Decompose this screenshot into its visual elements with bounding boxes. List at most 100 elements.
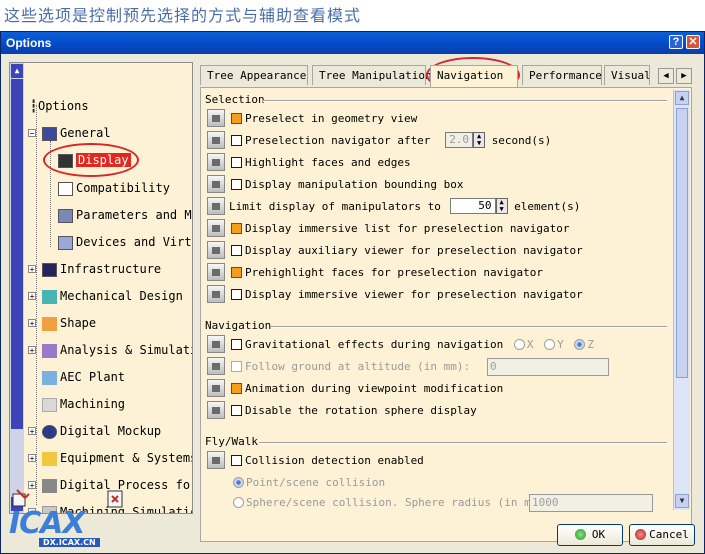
follow-ground-option[interactable]: Follow ground at altitude (in mm): (231, 359, 470, 375)
content-scroll-down-icon[interactable]: ▼ (675, 494, 689, 508)
content-scrollbar[interactable]: ▲ ▼ (673, 90, 690, 510)
axis-z-radio[interactable] (574, 338, 586, 350)
aux-viewer-option[interactable]: Display auxiliary viewer for preselectio… (231, 243, 583, 259)
options-dialog: Options ? ✕ ▲ ▼ ┇Options − General Displ… (0, 31, 705, 554)
tab-tree-appearance[interactable]: Tree Appearance (200, 65, 308, 85)
limit-manipulators-field[interactable]: 50 (449, 198, 496, 214)
preselect-checkbox[interactable] (231, 112, 242, 124)
window-title: Options (6, 36, 52, 50)
point-scene-radio[interactable] (233, 476, 244, 488)
lock-icon[interactable] (207, 379, 225, 397)
help-button[interactable]: ? (669, 35, 683, 49)
tree-item-equipment[interactable]: Equipment & Systems (42, 448, 192, 468)
collision-checkbox[interactable] (231, 454, 242, 466)
collapse-general-icon[interactable]: − (28, 129, 36, 138)
gravitational-option[interactable]: Gravitational effects during navigation … (231, 337, 594, 353)
lock-icon[interactable] (207, 401, 225, 419)
tree-item-shape[interactable]: Shape (42, 313, 96, 333)
tree-item-digital-mockup[interactable]: Digital Mockup (42, 421, 161, 441)
lock-icon[interactable] (207, 285, 225, 303)
gravitational-checkbox[interactable] (231, 338, 242, 350)
tab-visualization[interactable]: Visuali (604, 65, 650, 85)
bounding-box-option[interactable]: Display manipulation bounding box (231, 177, 464, 193)
ok-button[interactable]: OK (557, 524, 623, 546)
tab-scroll-right-icon[interactable]: ▶ (676, 68, 692, 84)
tab-performance[interactable]: Performance (522, 65, 602, 85)
content-scroll-thumb[interactable] (676, 108, 688, 378)
point-scene-option[interactable]: Point/scene collision (229, 475, 385, 491)
preselection-delay-field[interactable]: 2.0 (445, 132, 474, 148)
sphere-radius-field[interactable]: 1000 (529, 494, 653, 512)
expand-infrastructure-icon[interactable]: + (28, 265, 36, 274)
expand-shape-icon[interactable]: + (28, 319, 36, 328)
lock-icon[interactable] (207, 175, 225, 193)
lock-icon[interactable] (207, 451, 225, 469)
tab-scroll-left-icon[interactable]: ◀ (658, 68, 674, 84)
follow-ground-altitude-field[interactable]: 0 (487, 358, 609, 376)
sphere-scene-radio[interactable] (233, 496, 244, 508)
tab-navigation[interactable]: Navigation (430, 65, 518, 87)
tab-tree-manipulation[interactable]: Tree Manipulation (312, 65, 432, 85)
preselect-option[interactable]: Preselect in geometry view (231, 111, 417, 127)
disable-rotation-checkbox[interactable] (231, 404, 242, 416)
sphere-scene-option[interactable]: Sphere/scene collision. Sphere radius (i… (229, 495, 551, 511)
expand-analysis-icon[interactable]: + (28, 346, 36, 355)
collision-option[interactable]: Collision detection enabled (231, 453, 424, 469)
preselection-navigator-checkbox[interactable] (231, 134, 242, 146)
expand-mechanical-icon[interactable]: + (28, 292, 36, 301)
prehighlight-checkbox[interactable] (231, 266, 242, 278)
aux-viewer-checkbox[interactable] (231, 244, 242, 256)
lock-icon[interactable] (207, 263, 225, 281)
axis-x-radio[interactable] (513, 338, 525, 350)
immersive-viewer-option[interactable]: Display immersive viewer for preselectio… (231, 287, 583, 303)
immersive-list-checkbox[interactable] (231, 222, 242, 234)
tree-root-options[interactable]: ┇Options (30, 96, 89, 116)
lock-icon[interactable] (207, 131, 225, 149)
expand-equipment-icon[interactable]: + (28, 454, 36, 463)
highlight-option[interactable]: Highlight faces and edges (231, 155, 411, 171)
lock-icon[interactable] (207, 335, 225, 353)
tree-item-parameters[interactable]: Parameters and Me (58, 205, 192, 225)
icax-logo: ICAX DX.ICAX.CN (9, 502, 131, 552)
tree-item-aec-plant[interactable]: AEC Plant (42, 367, 125, 387)
preselection-navigator-option[interactable]: Preselection navigator after 2.0 ▲ ▼ secon… (231, 132, 551, 149)
cancel-button[interactable]: Cancel (629, 524, 695, 546)
lock-icon[interactable] (207, 219, 225, 237)
lock-icon[interactable] (207, 197, 225, 215)
axis-y-radio[interactable] (544, 338, 556, 350)
lock-icon[interactable] (207, 241, 225, 259)
limit-spinner-icon[interactable]: ▲ ▼ (495, 198, 508, 214)
tree-item-compatibility[interactable]: Compatibility (58, 178, 170, 198)
lock-icon[interactable] (207, 357, 225, 375)
title-bar: Options ? ✕ (1, 32, 704, 54)
follow-ground-checkbox[interactable] (231, 360, 242, 372)
close-button[interactable]: ✕ (686, 35, 700, 49)
tree-item-infrastructure[interactable]: Infrastructure (42, 259, 161, 279)
scroll-up-icon[interactable]: ▲ (11, 64, 23, 78)
lock-icon[interactable] (207, 109, 225, 127)
tree-item-general[interactable]: General (42, 123, 111, 143)
tree-item-mechanical-design[interactable]: Mechanical Design (42, 286, 183, 306)
tree-item-analysis[interactable]: Analysis & Simulati (42, 340, 192, 360)
navigation-panel: ▲ ▼ Selection Preselect in geometry view… (200, 87, 692, 542)
immersive-list-option[interactable]: Display immersive list for preselection … (231, 221, 570, 237)
tree-item-devices[interactable]: Devices and Virtu (58, 232, 192, 252)
disable-rotation-option[interactable]: Disable the rotation sphere display (231, 403, 477, 419)
animation-option[interactable]: Animation during viewpoint modification (231, 381, 503, 397)
prehighlight-option[interactable]: Prehighlight faces for preselection navi… (231, 265, 543, 281)
highlight-checkbox[interactable] (231, 156, 242, 168)
ok-icon (574, 528, 586, 540)
preselection-delay-spinner-icon[interactable]: ▲ ▼ (473, 132, 486, 148)
equipment-icon (42, 451, 57, 466)
navigation-section-title: Navigation (205, 319, 272, 332)
scroll-thumb[interactable] (11, 79, 23, 429)
animation-checkbox[interactable] (231, 382, 242, 394)
lock-icon[interactable] (207, 153, 225, 171)
flywalk-section-title: Fly/Walk (205, 435, 258, 448)
expand-digital-mockup-icon[interactable]: + (28, 427, 36, 436)
bounding-box-checkbox[interactable] (231, 178, 242, 190)
tree-scrollbar[interactable]: ▲ ▼ (10, 63, 24, 513)
tree-item-machining[interactable]: Machining (42, 394, 125, 414)
content-scroll-up-icon[interactable]: ▲ (675, 91, 689, 105)
immersive-viewer-checkbox[interactable] (231, 288, 242, 300)
